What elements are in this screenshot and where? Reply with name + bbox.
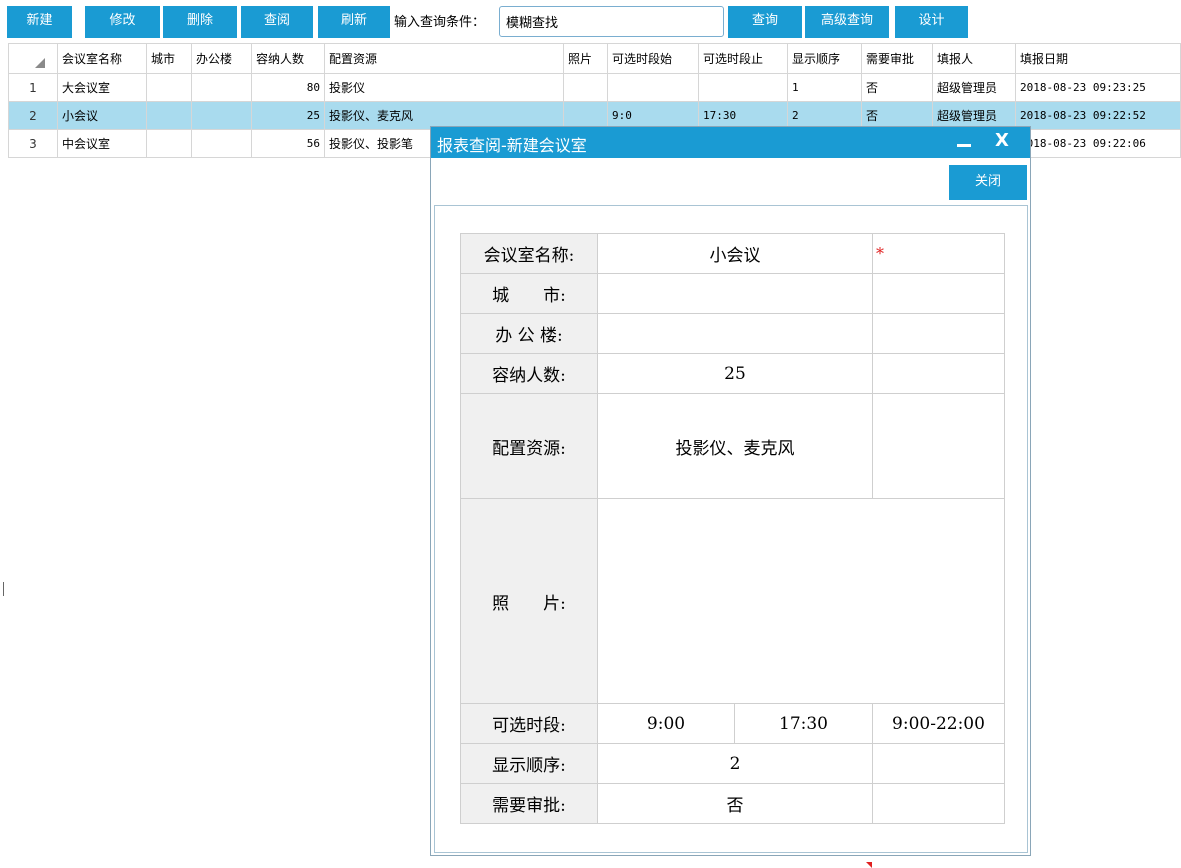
- cell-building[interactable]: [191, 129, 252, 158]
- toolbar: 新建 修改 删除 查阅 刷新 输入查询条件： 查询 高级查询 设计: [0, 0, 1181, 40]
- column-header[interactable]: 可选时段始: [607, 43, 699, 74]
- dialog-titlebar[interactable]: 报表查阅-新建会议室 X: [431, 127, 1030, 158]
- column-header[interactable]: 填报人: [932, 43, 1016, 74]
- city-label: 城 市:: [460, 273, 598, 314]
- order-label: 显示顺序:: [460, 743, 598, 784]
- resources-label: 配置资源:: [460, 393, 598, 499]
- name-label: 会议室名称:: [460, 233, 598, 274]
- cell-order[interactable]: 1: [787, 73, 862, 102]
- cell-capacity[interactable]: 80: [251, 73, 325, 102]
- time-range-hint: 9:00-22:00: [872, 703, 1005, 744]
- row-number: 3: [8, 129, 58, 158]
- approval-label: 需要审批:: [460, 783, 598, 824]
- cell-city[interactable]: [146, 73, 192, 102]
- splitter-handle[interactable]: [3, 582, 4, 596]
- cell-name[interactable]: 中会议室: [57, 129, 147, 158]
- cell-name[interactable]: 大会议室: [57, 73, 147, 102]
- resources-extra: [872, 393, 1005, 499]
- required-mark: *: [872, 233, 1005, 274]
- cell-building[interactable]: [191, 101, 252, 130]
- cell-end[interactable]: [698, 73, 788, 102]
- cell-capacity[interactable]: 56: [251, 129, 325, 158]
- column-header[interactable]: 城市: [146, 43, 192, 74]
- new-button[interactable]: 新建: [7, 6, 72, 38]
- report-view-dialog: 报表查阅-新建会议室 X 关闭 会议室名称: 小会议 * 城 市: 办 公 楼:: [430, 126, 1031, 868]
- name-field[interactable]: 小会议: [597, 233, 873, 274]
- dropdown-marker-icon: [866, 862, 872, 868]
- photo-field[interactable]: [597, 498, 1005, 704]
- search-button[interactable]: 查询: [728, 6, 802, 38]
- capacity-label: 容纳人数:: [460, 353, 598, 394]
- resources-field[interactable]: 投影仪、麦克风: [597, 393, 873, 499]
- edit-button[interactable]: 修改: [85, 6, 160, 38]
- photo-label: 照 片:: [460, 498, 598, 704]
- column-header[interactable]: 配置资源: [324, 43, 564, 74]
- sort-corner-icon: [35, 58, 45, 68]
- column-header[interactable]: 照片: [563, 43, 608, 74]
- time-end-field[interactable]: 17:30: [734, 703, 873, 744]
- advanced-search-button[interactable]: 高级查询: [805, 6, 889, 38]
- grid-header-row: 会议室名称 城市 办公楼 容纳人数 配置资源 照片 可选时段始 可选时段止 显示…: [8, 43, 1181, 74]
- cell-date[interactable]: 2018-08-23 09:22:06: [1015, 129, 1181, 158]
- delete-button[interactable]: 删除: [163, 6, 237, 38]
- row-number: 2: [8, 101, 58, 130]
- column-header[interactable]: 填报日期: [1015, 43, 1181, 74]
- column-header[interactable]: 需要审批: [861, 43, 933, 74]
- capacity-field[interactable]: 25: [597, 353, 873, 394]
- view-button[interactable]: 查阅: [241, 6, 313, 38]
- close-icon[interactable]: X: [995, 130, 1009, 151]
- column-header[interactable]: 容纳人数: [251, 43, 325, 74]
- time-label: 可选时段:: [460, 703, 598, 744]
- cell-resources[interactable]: 投影仪: [324, 73, 564, 102]
- cell-date[interactable]: 2018-08-23 09:22:52: [1015, 101, 1181, 130]
- cell-building[interactable]: [191, 73, 252, 102]
- building-label: 办 公 楼:: [460, 313, 598, 354]
- cell-reporter[interactable]: 超级管理员: [932, 73, 1016, 102]
- design-button[interactable]: 设计: [895, 6, 968, 38]
- refresh-button[interactable]: 刷新: [318, 6, 390, 38]
- close-button[interactable]: 关闭: [949, 165, 1027, 200]
- column-header[interactable]: 会议室名称: [57, 43, 147, 74]
- column-header[interactable]: 显示顺序: [787, 43, 862, 74]
- cell-date[interactable]: 2018-08-23 09:23:25: [1015, 73, 1181, 102]
- time-start-field[interactable]: 9:00: [597, 703, 735, 744]
- dialog-title: 报表查阅-新建会议室: [437, 136, 587, 155]
- table-row[interactable]: 1 大会议室 80 投影仪 1 否 超级管理员 2018-08-23 09:23…: [8, 73, 1181, 102]
- city-extra: [872, 273, 1005, 314]
- building-field[interactable]: [597, 313, 873, 354]
- form-panel: 会议室名称: 小会议 * 城 市: 办 公 楼: 容纳人数: 25 配置资源:: [434, 205, 1028, 868]
- order-extra: [872, 743, 1005, 784]
- cell-capacity[interactable]: 25: [251, 101, 325, 130]
- cell-approval[interactable]: 否: [861, 73, 933, 102]
- building-extra: [872, 313, 1005, 354]
- grid-corner[interactable]: [8, 43, 58, 74]
- cell-photo[interactable]: [563, 73, 608, 102]
- query-input[interactable]: [499, 6, 724, 37]
- minimize-icon[interactable]: [957, 144, 971, 147]
- row-number: 1: [8, 73, 58, 102]
- query-label: 输入查询条件：: [394, 15, 486, 30]
- column-header[interactable]: 可选时段止: [698, 43, 788, 74]
- city-field[interactable]: [597, 273, 873, 314]
- approval-field[interactable]: 否: [597, 783, 873, 824]
- meeting-room-form: 会议室名称: 小会议 * 城 市: 办 公 楼: 容纳人数: 25 配置资源:: [460, 233, 1005, 824]
- approval-extra: [872, 783, 1005, 824]
- cell-start[interactable]: [607, 73, 699, 102]
- capacity-extra: [872, 353, 1005, 394]
- cell-name[interactable]: 小会议: [57, 101, 147, 130]
- cell-city[interactable]: [146, 129, 192, 158]
- order-field[interactable]: 2: [597, 743, 873, 784]
- column-header[interactable]: 办公楼: [191, 43, 252, 74]
- cell-city[interactable]: [146, 101, 192, 130]
